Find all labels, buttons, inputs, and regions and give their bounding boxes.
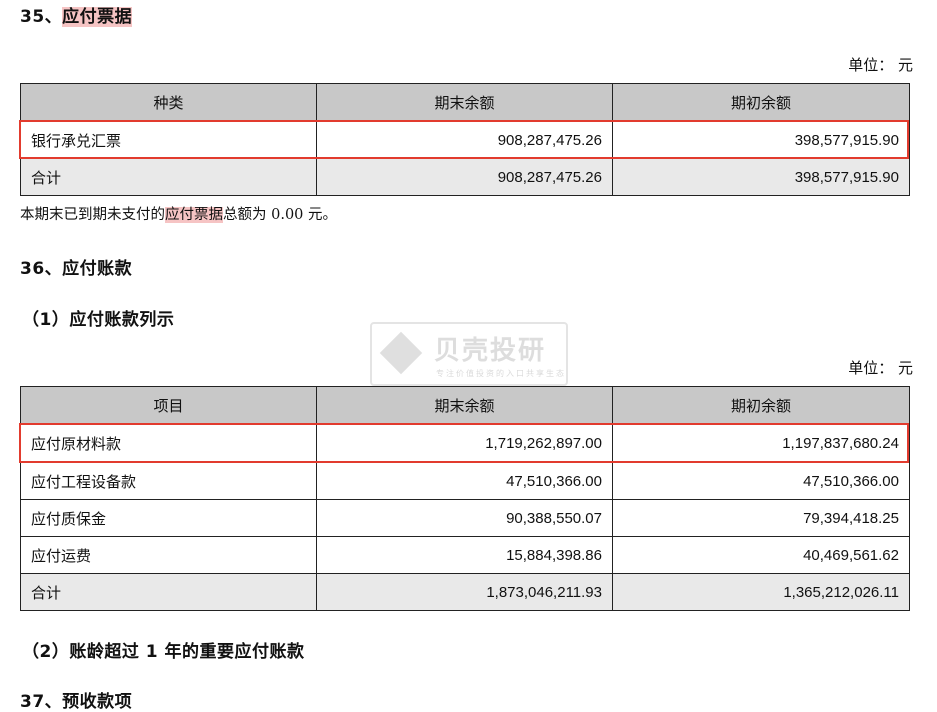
table-row: 应付质保金 90,388,550.07 79,394,418.25	[20, 499, 910, 537]
table-header-row: 项目 期末余额 期初余额	[20, 386, 910, 425]
table-row: 银行承兑汇票 908,287,475.26 398,577,915.90	[20, 121, 910, 159]
row-begin-value: 1,197,837,680.24	[612, 424, 910, 463]
table-row: 应付原材料款 1,719,262,897.00 1,197,837,680.24	[20, 424, 910, 463]
row-begin-value: 47,510,366.00	[612, 462, 910, 500]
notes-payable-footnote: 本期末已到期未支付的应付票据总额为 0.00 元。	[20, 203, 337, 224]
watermark-title: 贝壳投研	[434, 336, 547, 366]
row-label: 应付运费	[20, 536, 317, 574]
row-begin-value: 40,469,561.62	[612, 536, 910, 574]
row-label: 银行承兑汇票	[20, 121, 317, 159]
table-row: 应付运费 15,884,398.86 40,469,561.62	[20, 536, 910, 574]
row-end-value: 90,388,550.07	[316, 499, 613, 537]
section-36-heading: 36、应付账款	[20, 259, 133, 279]
diamond-logo-icon	[379, 331, 423, 375]
row-begin-value: 79,394,418.25	[612, 499, 910, 537]
section-35-title-highlight: 应付票据	[62, 7, 133, 27]
row-label: 合计	[20, 158, 317, 196]
table-total-row: 合计 908,287,475.26 398,577,915.90	[20, 158, 910, 196]
section-37-heading: 37、预收款项	[20, 692, 133, 712]
row-begin-value: 1,365,212,026.11	[612, 573, 910, 611]
table-row: 应付工程设备款 47,510,366.00 47,510,366.00	[20, 462, 910, 500]
accounts-payable-table: 项目 期末余额 期初余额 应付原材料款 1,719,262,897.00 1,1…	[20, 386, 910, 611]
row-label: 应付质保金	[20, 499, 317, 537]
row-end-value: 47,510,366.00	[316, 462, 613, 500]
subsection-2-heading: （2）账龄超过 1 年的重要应付账款	[22, 642, 305, 662]
col-header-end: 期末余额	[316, 386, 613, 425]
row-end-value: 1,873,046,211.93	[316, 573, 613, 611]
row-label: 应付原材料款	[20, 424, 317, 463]
col-header-begin: 期初余额	[612, 83, 910, 122]
notes-payable-table: 种类 期末余额 期初余额 银行承兑汇票 908,287,475.26 398,5…	[20, 83, 910, 196]
watermark-subtitle: 专注价值投资的入口共享生态	[436, 369, 566, 378]
table-header-row: 种类 期末余额 期初余额	[20, 83, 910, 122]
note-text-highlight: 应付票据	[165, 207, 223, 223]
row-end-value: 1,719,262,897.00	[316, 424, 613, 463]
row-begin-value: 398,577,915.90	[612, 158, 910, 196]
row-end-value: 908,287,475.26	[316, 158, 613, 196]
row-end-value: 15,884,398.86	[316, 536, 613, 574]
col-header-type: 种类	[20, 83, 317, 122]
unit-label-35: 单位： 元	[848, 56, 913, 74]
col-header-item: 项目	[20, 386, 317, 425]
row-label: 合计	[20, 573, 317, 611]
col-header-begin: 期初余额	[612, 386, 910, 425]
section-35-number: 35、	[20, 7, 63, 27]
section-35-heading: 35、应付票据	[20, 2, 133, 27]
note-text-post: 总额为 0.00 元。	[223, 207, 338, 223]
row-label: 应付工程设备款	[20, 462, 317, 500]
col-header-end: 期末余额	[316, 83, 613, 122]
table-total-row: 合计 1,873,046,211.93 1,365,212,026.11	[20, 573, 910, 611]
unit-label-36: 单位： 元	[848, 359, 913, 377]
subsection-1-heading: （1）应付账款列示	[22, 310, 175, 330]
watermark-logo: 贝壳投研 专注价值投资的入口共享生态	[370, 322, 568, 386]
row-end-value: 908,287,475.26	[316, 121, 613, 159]
note-text-pre: 本期末已到期未支付的	[20, 207, 165, 223]
row-begin-value: 398,577,915.90	[612, 121, 910, 159]
